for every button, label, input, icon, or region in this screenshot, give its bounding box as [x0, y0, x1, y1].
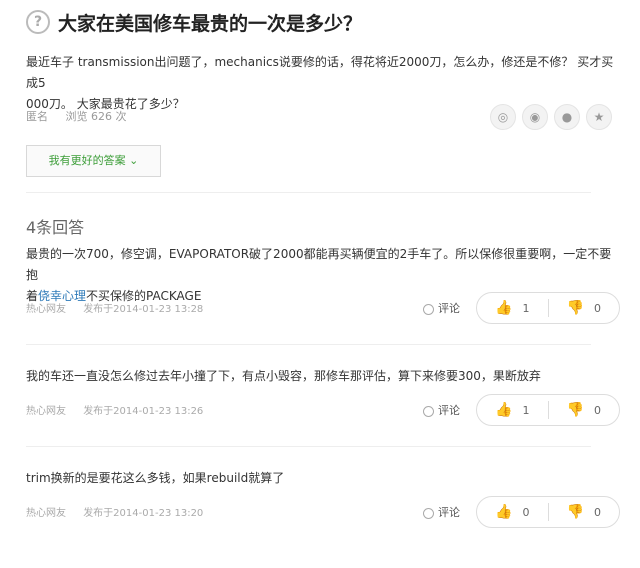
downvote-count: 0 [593, 301, 601, 315]
qq-icon[interactable]: ● [554, 104, 580, 130]
question-mark-icon: ? [26, 10, 50, 34]
qa-page: ? 大家在美国修车最贵的一次是多少？ 最近车子 transmission出问题了… [0, 0, 640, 568]
weibo-icon[interactable]: ◉ [522, 104, 548, 130]
divider [26, 344, 591, 345]
question-title: 大家在美国修车最贵的一次是多少？ [58, 13, 363, 35]
answer-text: trim换新的是要花这么多钱，如果rebuild就算了 [26, 471, 285, 485]
answer-author: 热心网友 [26, 508, 66, 519]
upvote-count: 0 [522, 505, 530, 519]
question-author: 匿名 [26, 110, 48, 123]
answer-item: trim换新的是要花这么多钱，如果rebuild就算了 热心网友 发布于2014… [26, 468, 620, 528]
vote-box: 👍 1 👎 0 [476, 292, 620, 324]
comment-button[interactable]: 评论 [423, 504, 460, 520]
answer-time: 发布于2014-01-23 13:28 [83, 304, 204, 315]
answers-count: 4条回答 [26, 218, 85, 237]
answer-meta: 热心网友 发布于2014-01-23 13:20 [26, 504, 217, 519]
question-views: 浏览 626 次 [65, 110, 127, 123]
answer-author: 热心网友 [26, 406, 66, 417]
downvote-button[interactable]: 👎 0 [549, 293, 620, 323]
thumbs-up-icon: 👍 [495, 504, 513, 520]
downvote-count: 0 [593, 403, 601, 417]
thumbs-up-icon: 👍 [495, 300, 513, 316]
upvote-count: 1 [522, 301, 530, 315]
answer-meta: 热心网友 发布于2014-01-23 13:28 [26, 300, 217, 315]
question-meta: 匿名 浏览 626 次 [26, 108, 141, 124]
comment-icon [423, 405, 434, 417]
favorite-star-icon[interactable]: ★ [586, 104, 612, 130]
answer-item: 我的车还一直没怎么修过去年小撞了下，有点小毁容，那修车那评估，算下来修要300，… [26, 366, 620, 426]
thumbs-down-icon: 👎 [566, 504, 584, 520]
comment-label: 评论 [438, 506, 460, 519]
comment-icon [423, 303, 434, 315]
answer-time: 发布于2014-01-23 13:26 [83, 406, 204, 417]
divider [26, 446, 591, 447]
answer-item: 最贵的一次700，修空调，EVAPORATOR破了2000都能再买辆便宜的2手车… [26, 244, 620, 324]
share-bar: ◎ ◉ ● ★ [490, 104, 612, 130]
upvote-button[interactable]: 👍 1 [477, 293, 548, 323]
upvote-count: 1 [522, 403, 530, 417]
better-answer-button[interactable]: 我有更好的答案 ⌄ [26, 145, 161, 177]
answer-text: 我的车还一直没怎么修过去年小撞了下，有点小毁容，那修车那评估，算下来修要300，… [26, 369, 541, 383]
question-description-line: 最近车子 transmission出问题了，mechanics说要修的话，得花将… [26, 55, 614, 90]
answer-time: 发布于2014-01-23 13:20 [83, 508, 204, 519]
divider [26, 192, 591, 193]
comment-button[interactable]: 评论 [423, 300, 460, 316]
vote-box: 👍 1 👎 0 [476, 394, 620, 426]
downvote-button[interactable]: 👎 0 [549, 395, 620, 425]
answer-meta: 热心网友 发布于2014-01-23 13:26 [26, 402, 217, 417]
upvote-button[interactable]: 👍 1 [477, 395, 548, 425]
comment-label: 评论 [438, 302, 460, 315]
downvote-button[interactable]: 👎 0 [549, 497, 620, 527]
thumbs-down-icon: 👎 [566, 402, 584, 418]
vote-box: 👍 0 👎 0 [476, 496, 620, 528]
wechat-icon[interactable]: ◎ [490, 104, 516, 130]
answer-author: 热心网友 [26, 304, 66, 315]
answer-text-part: 最贵的一次700，修空调，EVAPORATOR破了2000都能再买辆便宜的2手车… [26, 247, 612, 282]
comment-label: 评论 [438, 404, 460, 417]
better-answer-label: 我有更好的答案 [48, 154, 126, 167]
thumbs-down-icon: 👎 [566, 300, 584, 316]
comment-icon [423, 507, 434, 519]
comment-button[interactable]: 评论 [423, 402, 460, 418]
thumbs-up-icon: 👍 [495, 402, 513, 418]
downvote-count: 0 [593, 505, 601, 519]
chevron-down-icon: ⌄ [129, 154, 139, 167]
upvote-button[interactable]: 👍 0 [477, 497, 548, 527]
